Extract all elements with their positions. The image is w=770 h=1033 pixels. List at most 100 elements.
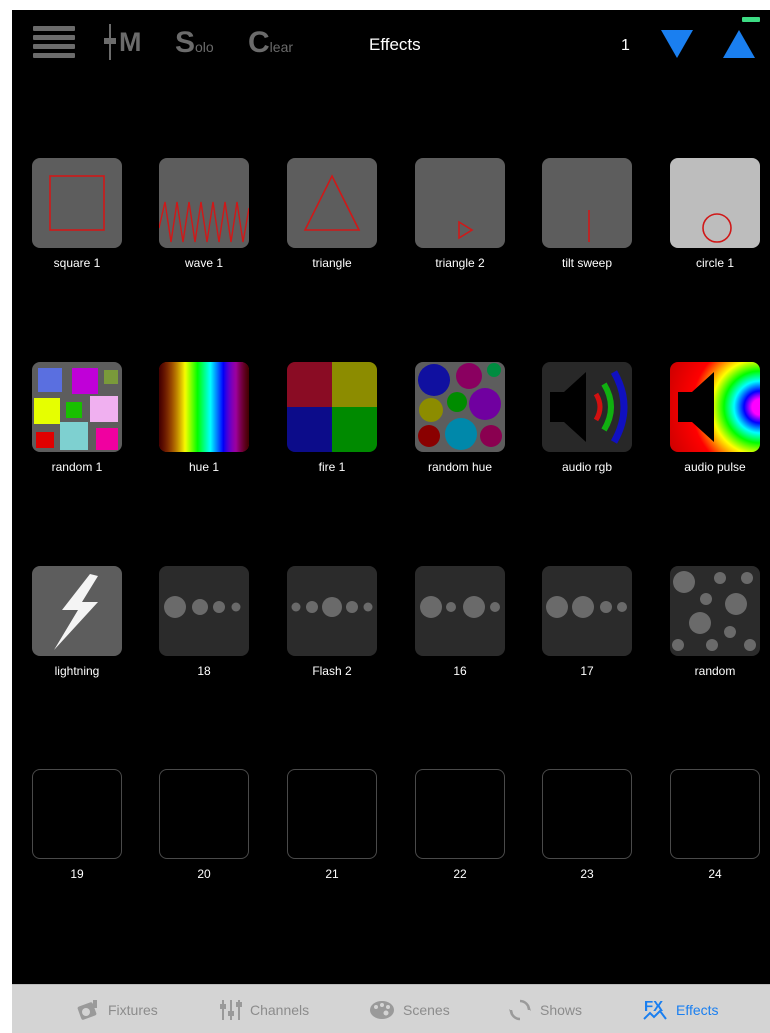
effect-circle-1[interactable]: circle 1 [670, 158, 760, 270]
effect-lightning[interactable]: lightning [32, 566, 122, 678]
effect-tile[interactable] [32, 158, 122, 248]
effect-tile[interactable] [415, 158, 505, 248]
clear-small-text: lear [269, 39, 294, 55]
effect-wave-1[interactable]: wave 1 [159, 158, 249, 270]
effect-label: square 1 [53, 256, 101, 270]
fixture-light-icon [77, 999, 97, 1020]
effect-tile[interactable] [159, 566, 249, 656]
fader-icon [104, 24, 116, 60]
effect-fire-1[interactable]: fire 1 [287, 362, 377, 474]
effect-label: hue 1 [188, 460, 220, 474]
palette-icon [370, 1000, 394, 1019]
effect-square-1[interactable]: square 1 [32, 158, 122, 270]
page-number: 1 [621, 37, 630, 54]
speaker-pulse-icon [678, 372, 714, 442]
speaker-rgb-icon [550, 370, 628, 444]
effect-tile[interactable] [287, 566, 377, 656]
effect-17[interactable]: 17 [542, 566, 632, 678]
empty-slot-tile[interactable] [670, 769, 760, 859]
effect-tile[interactable] [542, 158, 632, 248]
effect-tile[interactable] [670, 566, 760, 656]
page-up-arrow-icon[interactable] [723, 30, 755, 58]
effect-tile[interactable] [542, 566, 632, 656]
effect-tile[interactable] [415, 362, 505, 452]
solo-big-letter: S [175, 26, 196, 59]
battery-indicator [742, 17, 760, 22]
effect-tile[interactable] [670, 362, 760, 452]
tab-fixtures[interactable]: Fixtures [76, 985, 158, 1033]
hamburger-menu-icon[interactable] [33, 26, 75, 60]
effect-label: 17 [580, 664, 594, 678]
effect-label: wave 1 [184, 256, 224, 270]
effect-audio-pulse[interactable]: audio pulse [670, 362, 760, 474]
lightning-bolt-icon [54, 574, 98, 650]
tab-label: Effects [676, 1001, 719, 1018]
page-down-arrow-icon[interactable] [661, 30, 693, 58]
effect-slot-22[interactable]: 22 [415, 769, 505, 881]
effect-random[interactable]: random [670, 566, 760, 678]
empty-slot-tile[interactable] [159, 769, 249, 859]
effect-label: 23 [580, 867, 594, 881]
effect-16[interactable]: 16 [415, 566, 505, 678]
effect-tile[interactable] [542, 362, 632, 452]
top-toolbar: M Solo Clear Effects 1 [12, 10, 770, 80]
effect-label: circle 1 [695, 256, 734, 270]
effect-random-1[interactable]: random 1 [32, 362, 122, 474]
page-title: Effects [369, 35, 421, 54]
effect-tilt-sweep[interactable]: tilt sweep [542, 158, 632, 270]
effect-label: 20 [197, 867, 211, 881]
tab-effects[interactable]: FX Effects [642, 985, 719, 1033]
effect-tile[interactable] [32, 566, 122, 656]
empty-slot-tile[interactable] [287, 769, 377, 859]
effect-label: tilt sweep [561, 256, 613, 270]
effect-tile[interactable] [670, 158, 760, 248]
empty-slot-tile[interactable] [542, 769, 632, 859]
master-button[interactable]: M [104, 24, 142, 60]
effect-label: random 1 [51, 460, 103, 474]
solo-button[interactable]: Solo [175, 26, 214, 60]
effect-label: 19 [70, 867, 84, 881]
effect-label: 16 [453, 664, 467, 678]
effect-triangle[interactable]: triangle [287, 158, 377, 270]
effect-18[interactable]: 18 [159, 566, 249, 678]
tab-shows[interactable]: Shows [508, 985, 582, 1033]
effect-audio-rgb[interactable]: audio rgb [542, 362, 632, 474]
effect-triangle-2[interactable]: triangle 2 [415, 158, 505, 270]
effect-label: audio pulse [684, 460, 746, 474]
master-label: M [119, 26, 142, 57]
effect-slot-24[interactable]: 24 [670, 769, 760, 881]
effect-slot-20[interactable]: 20 [159, 769, 249, 881]
effect-label: 24 [708, 867, 722, 881]
effect-tile[interactable] [287, 158, 377, 248]
empty-slot-tile[interactable] [32, 769, 122, 859]
four-color-quadrant-icon [287, 362, 377, 452]
tab-label: Channels [250, 1001, 310, 1018]
effect-random-hue[interactable]: random hue [415, 362, 505, 474]
tab-channels[interactable]: Channels [220, 985, 309, 1033]
effect-slot-23[interactable]: 23 [542, 769, 632, 881]
dots-icon [164, 596, 241, 618]
fx-icon: FX [643, 998, 667, 1020]
effect-flash-2[interactable]: Flash 2 [287, 566, 377, 678]
effect-tile[interactable] [32, 362, 122, 452]
tab-scenes[interactable]: Scenes [369, 985, 450, 1033]
effect-hue-1[interactable]: hue 1 [159, 362, 249, 474]
effect-label: lightning [54, 664, 100, 678]
effect-label: triangle 2 [435, 256, 485, 270]
small-triangle-icon [458, 220, 474, 240]
app-screen: M Solo Clear Effects 1 square 1 wave 1 t… [12, 10, 770, 1033]
clear-big-letter: C [248, 26, 270, 59]
effect-tile[interactable] [159, 362, 249, 452]
effect-tile[interactable] [287, 362, 377, 452]
square-icon [49, 175, 105, 231]
dots-icon [420, 596, 500, 618]
empty-slot-tile[interactable] [415, 769, 505, 859]
clear-button[interactable]: Clear [248, 26, 293, 60]
effect-tile[interactable] [415, 566, 505, 656]
circle-icon [702, 213, 732, 243]
effect-tile[interactable] [159, 158, 249, 248]
effect-slot-19[interactable]: 19 [32, 769, 122, 881]
effect-slot-21[interactable]: 21 [287, 769, 377, 881]
random-hue-circles-icon [418, 363, 502, 450]
random-dots-icon [672, 571, 756, 651]
